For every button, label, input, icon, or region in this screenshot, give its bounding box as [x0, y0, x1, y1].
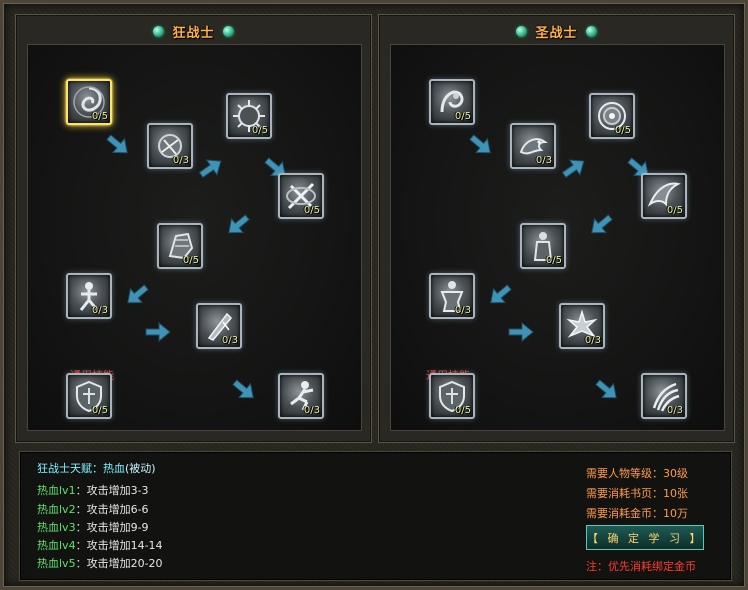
- skill-level-count: 0/3: [303, 405, 320, 416]
- level-separator: ：: [75, 484, 87, 497]
- panel-title-bar: 狂战士: [16, 21, 371, 41]
- required-pages: 需要消耗书页：10张: [586, 487, 688, 500]
- level-effect: 攻击增加14-14: [86, 539, 163, 552]
- skill-slot[interactable]: 0/3: [147, 123, 193, 169]
- talent-level-line: 热血lv5：攻击增加20-20: [37, 555, 163, 571]
- path-arrow-icon: [195, 152, 228, 183]
- skill-level-count: 0/5: [303, 205, 320, 216]
- level-name: 热血lv3: [37, 521, 76, 534]
- level-effect: 攻击增加20-20: [86, 557, 163, 570]
- skill-slot[interactable]: 0/3: [66, 273, 112, 319]
- level-effect: 攻击增加3-3: [86, 484, 149, 497]
- skill-slot[interactable]: 0/5: [157, 223, 203, 269]
- path-arrow-icon: [228, 374, 261, 406]
- skill-level-count: 0/5: [182, 255, 199, 266]
- panel-title: 圣战士: [535, 25, 578, 41]
- skill-level-count: 0/5: [454, 405, 471, 416]
- skill-slot[interactable]: 0/5: [429, 79, 475, 125]
- talent-type: (被动): [125, 462, 156, 475]
- level-name: 热血lv5: [37, 557, 76, 570]
- skill-level-count: 0/5: [666, 205, 683, 216]
- path-arrow-icon: [222, 209, 255, 241]
- skill-level-count: 0/3: [454, 305, 471, 316]
- talent-title: 狂战士天赋：热血(被动): [37, 460, 156, 476]
- talent-level-line: 热血lv4：攻击增加14-14: [37, 537, 163, 553]
- level-name: 热血lv2: [37, 503, 76, 516]
- path-arrow-icon: [121, 279, 154, 311]
- panel-title-bar: 圣战士: [379, 21, 734, 41]
- berserker-panel: 狂战士 通用技能 0/50/30/50/50/50/30/30/50/3: [15, 14, 372, 443]
- skill-level-count: 0/5: [91, 405, 108, 416]
- path-arrow-icon: [145, 321, 171, 343]
- skill-slot[interactable]: 0/5: [66, 373, 112, 419]
- skill-level-count: 0/5: [614, 125, 631, 136]
- panel-title: 狂战士: [172, 25, 215, 41]
- path-arrow-icon: [558, 152, 591, 183]
- required-level: 需要人物等级：30级: [586, 467, 688, 480]
- gem-icon: [153, 25, 165, 37]
- level-separator: ：: [75, 557, 87, 570]
- path-arrow-icon: [591, 374, 624, 406]
- skill-slot[interactable]: 0/5: [226, 93, 272, 139]
- paladin-panel: 圣战士 通用技能 0/50/30/50/50/50/30/30/50/3: [378, 14, 735, 443]
- talent-level-line: 热血lv2：攻击增加6-6: [37, 501, 149, 517]
- skill-slot[interactable]: 0/5: [641, 173, 687, 219]
- skill-level-count: 0/3: [221, 335, 238, 346]
- level-effect: 攻击增加9-9: [86, 521, 149, 534]
- path-arrow-icon: [508, 321, 534, 343]
- required-gold: 需要消耗金币：10万: [586, 507, 688, 520]
- path-arrow-icon: [102, 129, 135, 161]
- skill-level-count: 0/5: [454, 111, 471, 122]
- path-arrow-icon: [484, 279, 517, 311]
- path-arrow-icon: [465, 129, 498, 161]
- skill-level-count: 0/3: [91, 305, 108, 316]
- skill-level-count: 0/5: [91, 111, 108, 122]
- skill-tree: 通用技能 0/50/30/50/50/50/30/30/50/3: [27, 44, 362, 431]
- skill-level-count: 0/5: [251, 125, 268, 136]
- skill-slot[interactable]: 0/3: [641, 373, 687, 419]
- skill-slot[interactable]: 0/5: [66, 79, 112, 125]
- confirm-learn-button[interactable]: 【 确 定 学 习 】: [586, 525, 704, 550]
- skill-level-count: 0/3: [535, 155, 552, 166]
- level-separator: ：: [75, 503, 87, 516]
- skill-slot[interactable]: 0/3: [559, 303, 605, 349]
- skill-slot[interactable]: 0/5: [278, 173, 324, 219]
- gem-icon: [585, 25, 597, 37]
- gem-icon: [516, 25, 528, 37]
- skill-slot[interactable]: 0/3: [196, 303, 242, 349]
- talent-name: 狂战士天赋：热血: [37, 462, 125, 475]
- skill-level-count: 0/3: [584, 335, 601, 346]
- skill-level-count: 0/3: [172, 155, 189, 166]
- skill-slot[interactable]: 0/5: [429, 373, 475, 419]
- level-name: 热血lv1: [37, 484, 76, 497]
- talent-level-line: 热血lv3：攻击增加9-9: [37, 519, 149, 535]
- level-name: 热血lv4: [37, 539, 76, 552]
- gem-icon: [222, 25, 234, 37]
- skill-tree: 通用技能 0/50/30/50/50/50/30/30/50/3: [390, 44, 725, 431]
- level-effect: 攻击增加6-6: [86, 503, 149, 516]
- skill-slot[interactable]: 0/3: [429, 273, 475, 319]
- skill-slot[interactable]: 0/5: [520, 223, 566, 269]
- skill-level-count: 0/5: [545, 255, 562, 266]
- talent-level-line: 热血lv1：攻击增加3-3: [37, 482, 149, 498]
- talent-info-panel: 狂战士天赋：热血(被动) 热血lv1：攻击增加3-3 热血lv2：攻击增加6-6…: [19, 451, 732, 581]
- skill-slot[interactable]: 0/5: [589, 93, 635, 139]
- skill-level-count: 0/3: [666, 405, 683, 416]
- skill-slot[interactable]: 0/3: [278, 373, 324, 419]
- skill-slot[interactable]: 0/3: [510, 123, 556, 169]
- level-separator: ：: [75, 521, 87, 534]
- path-arrow-icon: [585, 209, 618, 241]
- level-separator: ：: [75, 539, 87, 552]
- gold-note: 注：优先消耗绑定金币: [586, 560, 696, 573]
